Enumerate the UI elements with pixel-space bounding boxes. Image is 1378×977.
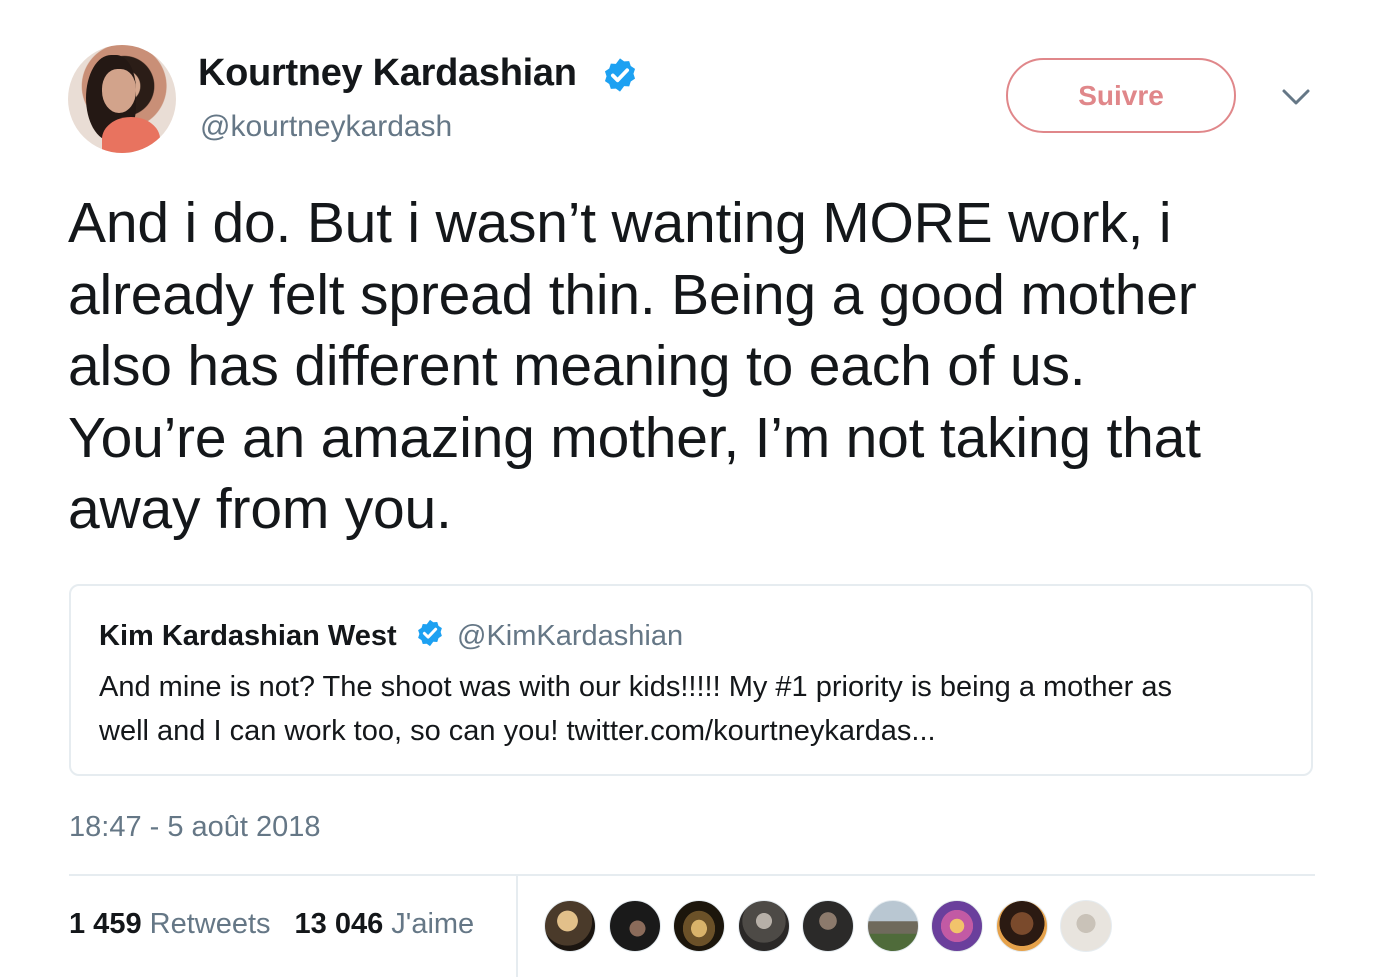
- liker-avatar[interactable]: [544, 900, 596, 952]
- liker-avatar[interactable]: [995, 900, 1048, 952]
- stats-vertical-divider: [516, 876, 518, 977]
- liker-avatar[interactable]: [673, 900, 725, 952]
- liker-avatar[interactable]: [931, 900, 983, 952]
- follow-button[interactable]: Suivre: [1006, 58, 1236, 133]
- author-avatar[interactable]: [68, 45, 176, 153]
- liker-avatar[interactable]: [608, 900, 661, 952]
- tweet-timestamp[interactable]: 18:47 - 5 août 2018: [69, 811, 321, 844]
- liker-avatar[interactable]: [866, 900, 919, 952]
- tweet-text: And i do. But i wasn’t wanting MORE work…: [68, 191, 1201, 541]
- stats-divider: [69, 874, 1315, 876]
- author-handle[interactable]: @kourtneykardash: [200, 110, 452, 144]
- quoted-tweet-text: And mine is not? The shoot was with our …: [99, 671, 1172, 747]
- liker-avatar[interactable]: [737, 900, 790, 952]
- retweets-count: 1 459: [69, 908, 142, 940]
- retweets-stat[interactable]: 1 459 Retweets: [69, 908, 271, 941]
- liker-avatar[interactable]: [1060, 900, 1112, 952]
- avatar-face: [102, 69, 136, 113]
- avatar-shirt: [102, 117, 160, 153]
- verified-badge-icon: [418, 619, 442, 647]
- liker-avatars: [544, 900, 1125, 952]
- liker-avatar[interactable]: [802, 900, 854, 952]
- retweets-label: Retweets: [149, 908, 271, 940]
- likes-count: 13 046: [294, 908, 384, 940]
- author-name[interactable]: Kourtney Kardashian: [198, 52, 577, 95]
- likes-stat[interactable]: 13 046 J'aime: [295, 908, 475, 941]
- quoted-author-handle: @KimKardashian: [457, 620, 684, 652]
- quoted-author-name: Kim Kardashian West: [99, 620, 397, 652]
- likes-label: J'aime: [391, 908, 475, 940]
- verified-badge-icon: [604, 58, 636, 92]
- quoted-tweet-card[interactable]: Kim Kardashian West @KimKardashian And m…: [69, 584, 1313, 776]
- chevron-down-icon[interactable]: [1280, 86, 1312, 108]
- tweet-stats: 1 459 Retweets 13 046 J'aime: [69, 908, 474, 941]
